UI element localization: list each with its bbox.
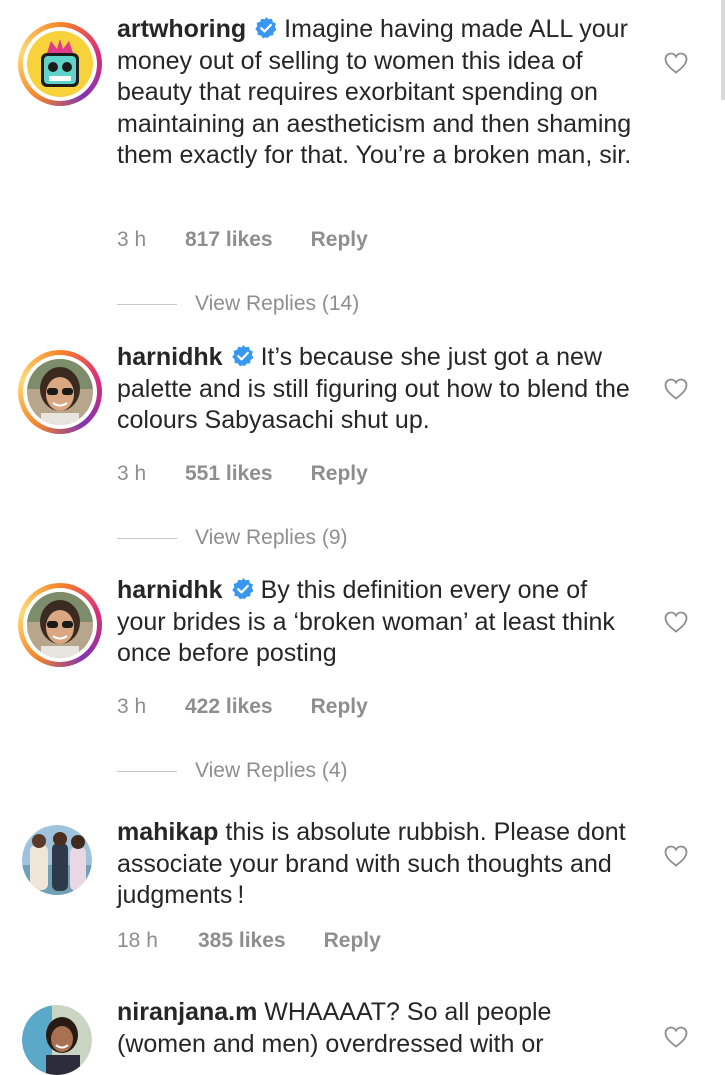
avatar[interactable] [22,825,92,895]
avatar-story-ring[interactable] [18,583,102,667]
avatar [27,359,93,425]
avatar-story-ring[interactable] [18,22,102,106]
comment-time: 3 h [117,695,147,718]
username-link[interactable]: mahikap [117,818,218,846]
comment-text: artwhoring Imagine having made ALL your m… [117,14,637,172]
view-replies-button[interactable]: View Replies (9) [117,526,348,550]
avatar[interactable] [22,1005,92,1075]
comment-meta: 3 h 551 likes Reply [117,462,368,486]
comment-time: 3 h [117,228,147,251]
likes-count[interactable]: 422 likes [185,695,273,719]
reply-button[interactable]: Reply [311,695,368,719]
replies-divider [117,303,177,305]
comment-text: niranjana.m WHAAAAT? So all people (wome… [117,997,637,1060]
comment-time: 18 h [117,929,158,952]
reply-button[interactable]: Reply [311,228,368,252]
username-link[interactable]: harnidhk [117,343,223,371]
avatar [27,31,93,97]
comment-meta: 3 h 817 likes Reply [117,228,368,252]
heart-outline-icon[interactable] [664,845,688,867]
verified-badge-icon [255,17,277,39]
view-replies-button[interactable]: View Replies (14) [117,292,359,316]
comments-list: artwhoring Imagine having made ALL your m… [0,0,725,1075]
likes-count[interactable]: 551 likes [185,462,273,486]
heart-outline-icon[interactable] [664,52,688,74]
comment-text: harnidhk It’s because she just got a new … [117,342,637,437]
verified-badge-icon [231,345,253,367]
replies-divider [117,537,177,539]
reply-button[interactable]: Reply [324,929,381,953]
view-replies-label: View Replies (4) [195,759,348,782]
comment-time: 3 h [117,462,147,485]
avatar-story-ring[interactable] [18,350,102,434]
comment-text: mahikap this is absolute rubbish. Please… [117,817,637,912]
comment-meta: 3 h 422 likes Reply [117,695,368,719]
view-replies-label: View Replies (14) [195,292,360,315]
scrollbar[interactable] [721,0,725,100]
username-link[interactable]: niranjana.m [117,998,257,1026]
heart-outline-icon[interactable] [664,1026,688,1048]
reply-button[interactable]: Reply [311,462,368,486]
username-link[interactable]: artwhoring [117,15,246,43]
comment-meta: 18 h 385 likes Reply [117,929,381,953]
likes-count[interactable]: 385 likes [198,929,286,953]
heart-outline-icon[interactable] [664,378,688,400]
replies-divider [117,770,177,772]
view-replies-button[interactable]: View Replies (4) [117,759,348,783]
likes-count[interactable]: 817 likes [185,228,273,252]
heart-outline-icon[interactable] [664,611,688,633]
view-replies-label: View Replies (9) [195,526,348,549]
username-link[interactable]: harnidhk [117,576,223,604]
avatar [27,592,93,658]
verified-badge-icon [231,578,253,600]
comment-text: harnidhk By this definition every one of … [117,575,637,670]
